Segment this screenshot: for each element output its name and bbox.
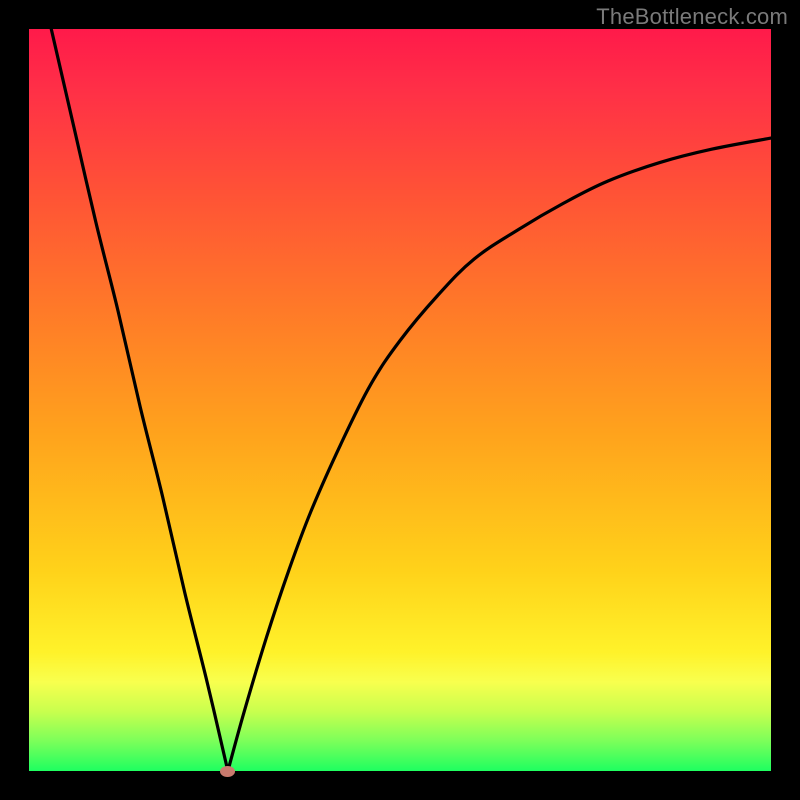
- plot-area: [29, 29, 771, 771]
- optimum-marker: [220, 766, 235, 777]
- watermark-text: TheBottleneck.com: [596, 4, 788, 30]
- chart-frame: TheBottleneck.com: [0, 0, 800, 800]
- curve-svg: [29, 29, 771, 771]
- bottleneck-curve: [51, 29, 771, 781]
